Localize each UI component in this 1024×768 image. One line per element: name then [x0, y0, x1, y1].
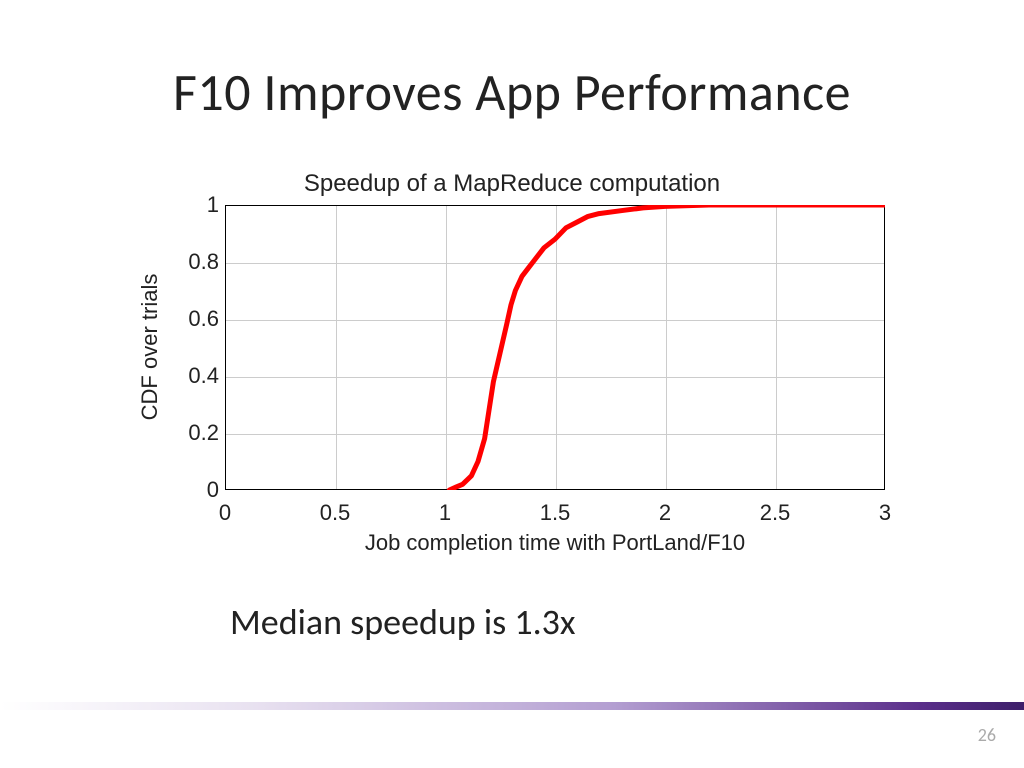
grid-line: [446, 206, 447, 489]
x-tick-label: 1.5: [515, 500, 595, 526]
grid-line: [226, 263, 884, 264]
x-axis-label: Job completion time with PortLand/F10: [225, 530, 885, 556]
grid-line: [776, 206, 777, 489]
slide-title: F10 Improves App Performance: [0, 60, 1024, 124]
x-tick-label: 1: [405, 500, 485, 526]
y-tick-label: 0.2: [159, 420, 219, 446]
footer-divider: [0, 702, 1024, 710]
y-tick-label: 0.6: [159, 306, 219, 332]
y-tick-label: 1: [159, 192, 219, 218]
grid-line: [226, 320, 884, 321]
y-axis-label: CDF over trials: [137, 274, 163, 421]
grid-line: [336, 206, 337, 489]
chart-caption: Median speedup is 1.3x: [230, 600, 576, 644]
x-tick-label: 3: [845, 500, 925, 526]
grid-line: [226, 377, 884, 378]
chart-title: Speedup of a MapReduce computation: [0, 170, 1024, 198]
y-tick-label: 0: [159, 477, 219, 503]
x-tick-label: 2.5: [735, 500, 815, 526]
grid-line: [226, 434, 884, 435]
grid-line: [666, 206, 667, 489]
x-tick-label: 0.5: [295, 500, 375, 526]
y-tick-label: 0.4: [159, 363, 219, 389]
page-number: 26: [978, 724, 996, 746]
grid-line: [556, 206, 557, 489]
y-tick-label: 0.8: [159, 249, 219, 275]
x-tick-label: 2: [625, 500, 705, 526]
chart-plot-area: [225, 205, 885, 490]
x-tick-label: 0: [185, 500, 265, 526]
